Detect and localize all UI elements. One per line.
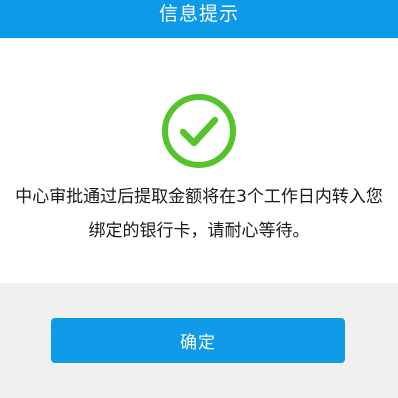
success-check-icon [160, 92, 238, 170]
message-line-1: 中心审批通过后提取金额将在3个工作日内转入您 [15, 187, 383, 207]
dialog-message: 中心审批通过后提取金额将在3个工作日内转入您 绑定的银行卡，请耐心等待。 [0, 180, 398, 248]
dialog-title: 信息提示 [158, 2, 239, 25]
dialog-body: 中心审批通过后提取金额将在3个工作日内转入您 绑定的银行卡，请耐心等待。 [0, 38, 398, 283]
message-line-2: 绑定的银行卡，请耐心等待。 [88, 221, 310, 241]
dialog-footer: 确定 [0, 283, 398, 398]
info-dialog: 信息提示 中心审批通过后提取金额将在3个工作日内转入您 绑定的银行卡，请耐心等待… [0, 0, 398, 398]
dialog-header: 信息提示 [0, 0, 398, 38]
confirm-button[interactable]: 确定 [51, 318, 345, 363]
